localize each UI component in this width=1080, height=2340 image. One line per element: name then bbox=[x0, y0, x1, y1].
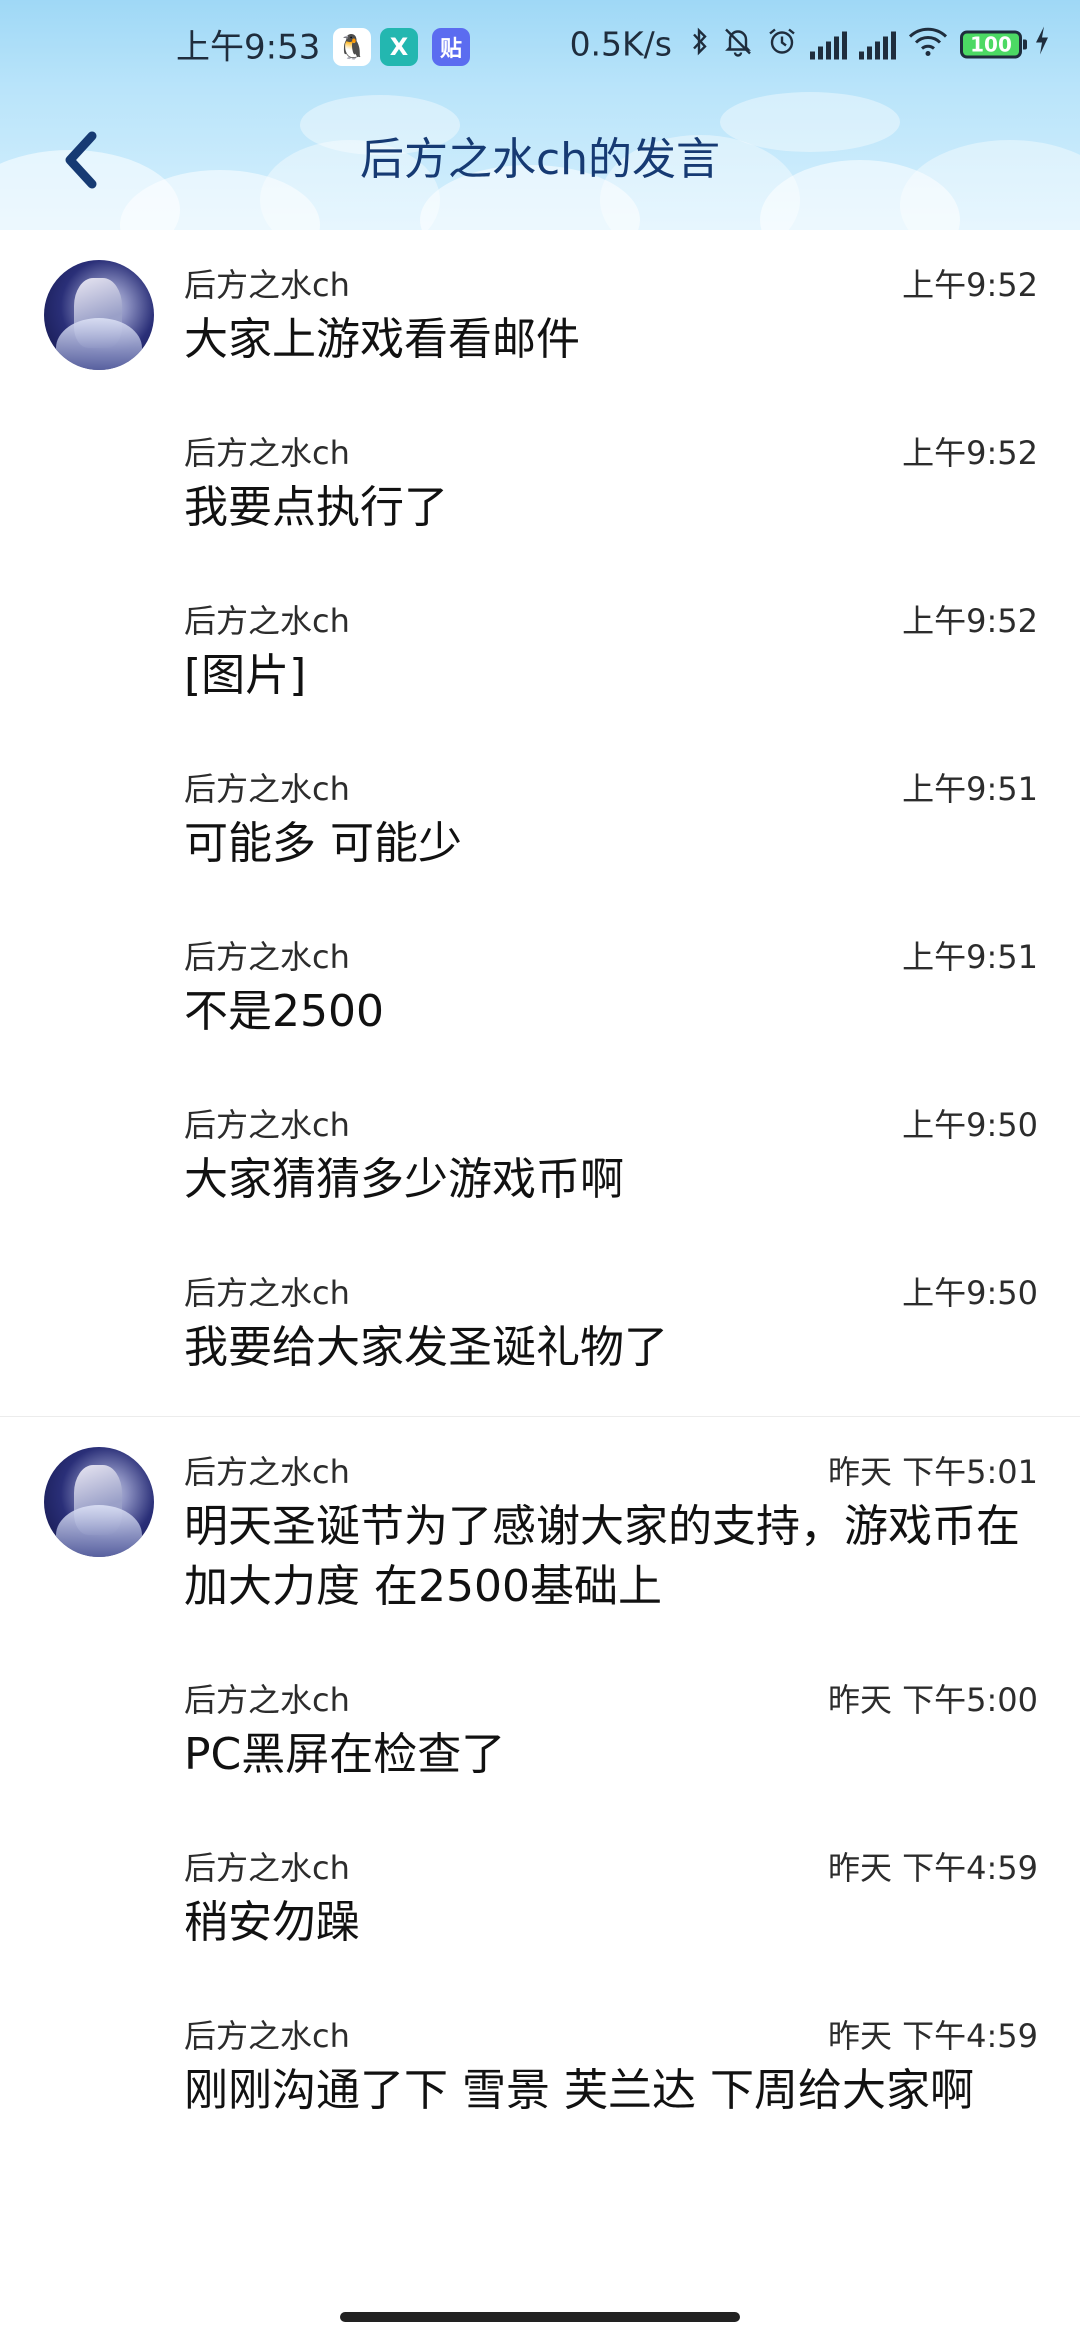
x-app-icon: X bbox=[380, 28, 418, 66]
message-text: 大家上游戏看看邮件 bbox=[184, 314, 580, 365]
message-time: 上午9:51 bbox=[902, 770, 1038, 808]
charging-icon bbox=[1034, 26, 1050, 63]
battery-icon: 100 bbox=[960, 30, 1027, 58]
message-text: 我要给大家发圣诞礼物了 bbox=[184, 1322, 668, 1373]
message-list[interactable]: 后方之水ch 上午9:52 大家上游戏看看邮件 后方之水ch 上午9:52 我要… bbox=[0, 230, 1080, 2149]
message-item[interactable]: 后方之水ch 上午9:52 大家上游戏看看邮件 bbox=[184, 230, 1038, 398]
message-time: 上午9:50 bbox=[902, 1106, 1038, 1144]
signal-icon bbox=[810, 29, 847, 59]
message-item[interactable]: 后方之水ch 上午9:50 我要给大家发圣诞礼物了 bbox=[184, 1238, 1038, 1406]
message-time: 上午9:52 bbox=[902, 434, 1038, 472]
message-item[interactable]: 后方之水ch 上午9:52 [图片] bbox=[184, 566, 1038, 734]
sender-name: 后方之水ch bbox=[184, 938, 350, 976]
sender-name: 后方之水ch bbox=[184, 770, 350, 808]
message-item[interactable]: 后方之水ch 上午9:52 我要点执行了 bbox=[184, 398, 1038, 566]
chevron-left-icon bbox=[65, 131, 97, 189]
status-bar: 上午9:53 🐧 X 贴 0.5K/s 100 bbox=[0, 0, 1080, 90]
message-text: 我要点执行了 bbox=[184, 482, 448, 533]
message-item[interactable]: 后方之水ch 昨天 下午5:00 PC黑屏在检查了 bbox=[184, 1645, 1038, 1813]
message-time: 昨天 下午5:01 bbox=[827, 1453, 1038, 1491]
title-bar: 后方之水ch的发言 bbox=[0, 90, 1080, 230]
screen: 上午9:53 🐧 X 贴 0.5K/s 100 后方之水ch的发言 后方之水ch… bbox=[0, 0, 1080, 2340]
signal-hd-icon bbox=[859, 29, 896, 59]
status-indicators: 0.5K/s 100 bbox=[570, 25, 1050, 64]
message-item[interactable]: 后方之水ch 昨天 下午4:59 刚刚沟通了下 雪景 芙兰达 下周给大家啊 bbox=[184, 1981, 1038, 2149]
message-item[interactable]: 后方之水ch 上午9:51 可能多 可能少 bbox=[184, 734, 1038, 902]
sender-name: 后方之水ch bbox=[184, 1849, 350, 1887]
message-time: 昨天 下午5:00 bbox=[827, 1681, 1038, 1719]
message-time: 上午9:51 bbox=[902, 938, 1038, 976]
message-text: 刚刚沟通了下 雪景 芙兰达 下周给大家啊 bbox=[184, 2065, 974, 2116]
qq-icon: 🐧 bbox=[333, 28, 371, 66]
message-text: 不是2500 bbox=[184, 986, 384, 1037]
message-time: 上午9:52 bbox=[902, 266, 1038, 304]
status-time: 上午9:53 bbox=[176, 27, 321, 68]
sender-name: 后方之水ch bbox=[184, 602, 350, 640]
bluetooth-icon bbox=[690, 25, 710, 63]
message-group: 后方之水ch 上午9:52 大家上游戏看看邮件 后方之水ch 上午9:52 我要… bbox=[0, 230, 1080, 1406]
page-title: 后方之水ch的发言 bbox=[359, 134, 721, 185]
message-time: 昨天 下午4:59 bbox=[827, 1849, 1038, 1887]
message-item[interactable]: 后方之水ch 昨天 下午4:59 稍安勿躁 bbox=[184, 1813, 1038, 1981]
sender-name: 后方之水ch bbox=[184, 1681, 350, 1719]
message-text: PC黑屏在检查了 bbox=[184, 1729, 506, 1780]
sender-name: 后方之水ch bbox=[184, 1106, 350, 1144]
sender-name: 后方之水ch bbox=[184, 434, 350, 472]
message-text: 稍安勿躁 bbox=[184, 1897, 360, 1948]
message-text: 明天圣诞节为了感谢大家的支持，游戏币在加大力度 在2500基础上 bbox=[184, 1501, 1020, 1612]
avatar[interactable] bbox=[44, 1447, 154, 1557]
header: 上午9:53 🐧 X 贴 0.5K/s 100 后方之水ch的发言 bbox=[0, 0, 1080, 230]
message-item[interactable]: 后方之水ch 昨天 下午5:01 明天圣诞节为了感谢大家的支持，游戏币在加大力度… bbox=[184, 1417, 1038, 1645]
sender-name: 后方之水ch bbox=[184, 1274, 350, 1312]
message-time: 上午9:50 bbox=[902, 1274, 1038, 1312]
message-text: 可能多 可能少 bbox=[184, 818, 462, 869]
message-time: 上午9:52 bbox=[902, 602, 1038, 640]
sender-name: 后方之水ch bbox=[184, 2017, 350, 2055]
mute-icon bbox=[722, 25, 754, 63]
avatar[interactable] bbox=[44, 260, 154, 370]
sender-name: 后方之水ch bbox=[184, 1453, 350, 1491]
message-item[interactable]: 后方之水ch 上午9:51 不是2500 bbox=[184, 902, 1038, 1070]
message-time: 昨天 下午4:59 bbox=[827, 2017, 1038, 2055]
home-indicator[interactable] bbox=[340, 2312, 740, 2322]
wifi-icon bbox=[908, 26, 948, 62]
tieba-icon: 贴 bbox=[432, 28, 470, 66]
sender-name: 后方之水ch bbox=[184, 266, 350, 304]
message-text: [图片] bbox=[184, 650, 307, 701]
network-speed: 0.5K/s bbox=[569, 24, 672, 64]
message-group: 后方之水ch 昨天 下午5:01 明天圣诞节为了感谢大家的支持，游戏币在加大力度… bbox=[0, 1417, 1080, 2149]
alarm-icon bbox=[766, 25, 798, 63]
message-text: 大家猜猜多少游戏币啊 bbox=[184, 1154, 624, 1205]
message-item[interactable]: 后方之水ch 上午9:50 大家猜猜多少游戏币啊 bbox=[184, 1070, 1038, 1238]
back-button[interactable] bbox=[30, 110, 130, 210]
